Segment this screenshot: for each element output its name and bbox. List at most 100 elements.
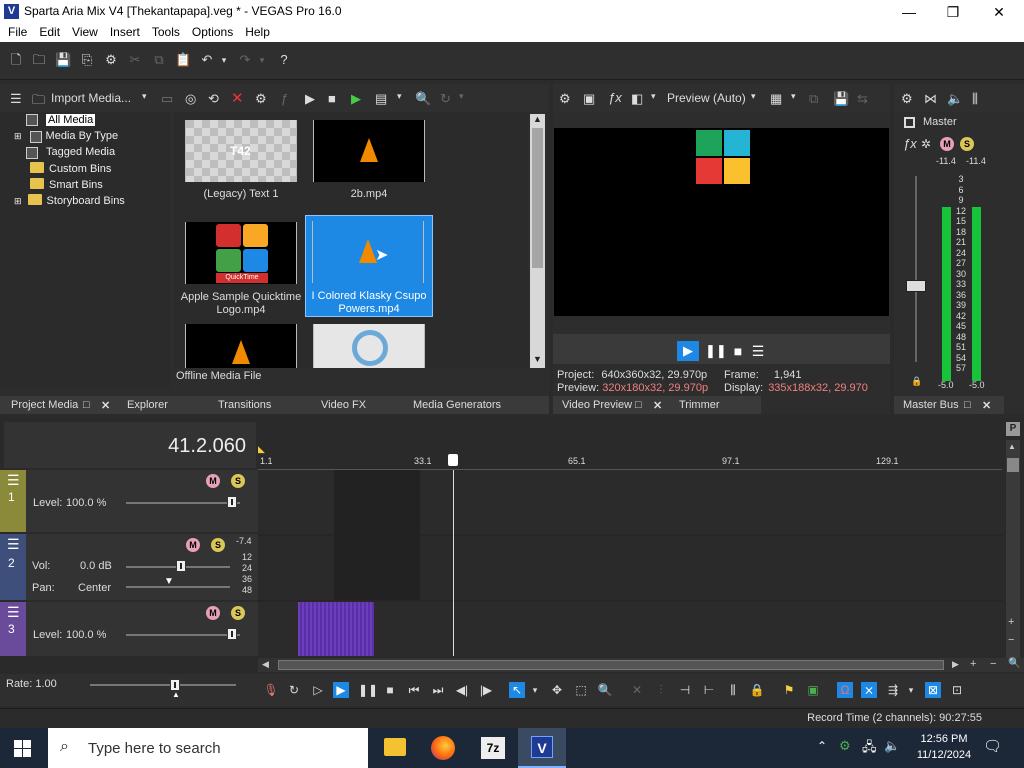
scroll-thumb[interactable] (532, 128, 543, 268)
prev-frame-icon[interactable]: ◀| (454, 682, 470, 698)
copy-snapshot-icon[interactable]: ⧉ (809, 91, 818, 107)
windows-start-icon[interactable] (14, 740, 31, 757)
level-slider-knob[interactable] (227, 496, 237, 508)
pan-slider[interactable] (126, 586, 230, 588)
play-button[interactable]: ▶ (333, 682, 349, 698)
next-frame-icon[interactable]: |▶ (478, 682, 494, 698)
scroll-up-icon[interactable]: ▲ (530, 114, 545, 128)
media-thumb-text[interactable]: T42 (185, 120, 297, 182)
panel-menu-icon[interactable]: ☰ (10, 91, 22, 107)
h-scroll-thumb[interactable] (278, 660, 944, 670)
menu-view[interactable]: View (72, 24, 98, 39)
preview-menu-icon[interactable]: ☰ (749, 341, 767, 361)
tab-undock-icon[interactable]: □ (83, 399, 90, 411)
tab-video-preview[interactable]: Video Preview (562, 399, 632, 411)
tab-project-media[interactable]: Project Media (11, 399, 78, 411)
trim-end-icon[interactable]: ⊢ (701, 682, 717, 698)
close-button[interactable]: ✕ (976, 2, 1022, 22)
vol-slider-knob[interactable] (176, 560, 186, 572)
h-zoom-tool-icon[interactable]: 🔍 (1008, 658, 1020, 669)
speaker-icon[interactable]: 🔈 (947, 91, 963, 107)
edit-tool-dropdown-icon[interactable]: ▾ (530, 682, 540, 698)
play-preview-icon[interactable]: ▶ (305, 91, 315, 107)
pin-icon[interactable]: P (1006, 422, 1020, 436)
scroll-up-icon[interactable]: ▲ (1008, 442, 1016, 451)
file-explorer-icon[interactable] (384, 738, 406, 756)
snapping-icon[interactable]: Ω (837, 682, 853, 698)
tray-chevron-icon[interactable]: ⌃ (817, 739, 827, 753)
volume-icon[interactable]: 🔈 (884, 738, 900, 754)
tab-close-icon[interactable]: ✕ (653, 399, 662, 412)
scroll-right-icon[interactable]: ▶ (952, 659, 959, 670)
refresh-dropdown-icon[interactable]: ▾ (459, 91, 464, 102)
trim-start-icon[interactable]: ⊣ (677, 682, 693, 698)
tab-explorer[interactable]: Explorer (127, 399, 168, 411)
copy-icon[interactable]: ⧉ (151, 52, 167, 68)
ripple-dropdown-icon[interactable]: ▾ (906, 682, 916, 698)
h-zoom-in-icon[interactable]: + (970, 658, 976, 670)
timeline-tracks-area[interactable] (258, 470, 1002, 656)
tree-item-smart-bins[interactable]: Smart Bins (30, 178, 103, 194)
overlays-grid-icon[interactable]: ▦ (770, 91, 782, 107)
tray-app-icon[interactable]: ⚙ (839, 738, 851, 754)
pause-button[interactable]: ❚❚ (358, 682, 378, 698)
minimize-button[interactable]: — (886, 2, 932, 22)
media-fx-icon[interactable]: ƒ (281, 91, 288, 106)
track-solo-icon[interactable]: S (231, 606, 245, 620)
import-dropdown-icon[interactable]: ▾ (142, 91, 147, 102)
notification-icon[interactable]: 🗨 (983, 737, 1002, 755)
trim-icon[interactable]: ⫶ (653, 682, 669, 698)
clip-region[interactable] (334, 470, 420, 600)
loop-playback-icon[interactable]: ↻ (286, 682, 302, 698)
menu-help[interactable]: Help (245, 24, 270, 39)
menu-tools[interactable]: Tools (152, 24, 180, 39)
zoom-in-icon[interactable]: + (1008, 616, 1014, 628)
expand-icon[interactable]: ⊞ (14, 131, 22, 141)
rate-slider[interactable] (90, 684, 236, 686)
tab-undock-icon[interactable]: □ (635, 399, 642, 411)
track-header-2[interactable]: ☰ 2 M S Vol: 0.0 dB Pan: Center ▼ -7.4 1… (0, 534, 258, 600)
split-screen-icon[interactable]: ◧ (631, 91, 643, 107)
h-zoom-out-icon[interactable]: − (990, 658, 996, 670)
clock-time[interactable]: 12:56 PM (912, 733, 976, 745)
views-icon[interactable]: ▤ (375, 91, 387, 107)
undo-dropdown-icon[interactable]: ▾ (219, 52, 229, 68)
clock-date[interactable]: 11/12/2024 (912, 749, 976, 761)
remove-icon[interactable]: ✕ (231, 89, 244, 107)
cut-icon[interactable]: ✂ (127, 52, 143, 68)
media-thumb-quicktime[interactable]: QuickTime (185, 222, 297, 284)
v-scroll-thumb[interactable] (1007, 458, 1019, 472)
get-media-icon[interactable]: ◎ (185, 91, 196, 107)
preview-screen[interactable] (554, 128, 889, 316)
import-media-icon[interactable]: 🗀 (32, 91, 45, 113)
new-file-icon[interactable]: 🗋 (8, 52, 24, 68)
go-to-end-icon[interactable]: ⏭ (430, 682, 446, 698)
track-mute-icon[interactable]: M (206, 474, 220, 488)
undo-icon[interactable]: ↶ (199, 52, 215, 68)
media-thumb-2b[interactable] (313, 120, 425, 182)
track-menu-icon[interactable]: ☰ (7, 472, 20, 489)
mute-icon[interactable]: M (940, 137, 954, 151)
media-properties-icon[interactable]: ⚙ (255, 91, 267, 107)
level-slider[interactable] (126, 502, 240, 504)
split-icon[interactable]: ⫼ (725, 682, 741, 698)
track-mute-icon[interactable]: M (206, 606, 220, 620)
scroll-down-icon[interactable]: ▼ (530, 354, 545, 368)
paste-icon[interactable]: 📋 (175, 52, 191, 68)
downmix-icon[interactable]: ⋈ (924, 91, 937, 107)
video-fx-icon[interactable]: ƒx (608, 90, 622, 105)
media-thumb-ring[interactable] (313, 324, 425, 368)
refresh-icon[interactable]: ↻ (440, 91, 451, 107)
save-icon[interactable]: 💾 (55, 52, 71, 68)
selection-tool-icon[interactable]: ⬚ (573, 682, 589, 698)
playhead-marker[interactable] (448, 454, 458, 466)
project-properties-icon[interactable]: ▣ (583, 91, 595, 107)
record-icon[interactable]: 🎙 (263, 682, 279, 698)
render-icon[interactable]: ⎘ (79, 52, 95, 68)
tree-item-custom-bins[interactable]: Custom Bins (30, 162, 111, 178)
master-fader-knob[interactable] (906, 280, 926, 292)
expand-icon[interactable]: ⊞ (14, 196, 22, 206)
tab-close-icon[interactable]: ✕ (101, 399, 110, 412)
media-thumb-vlc[interactable] (185, 324, 297, 368)
horizontal-scrollbar[interactable]: ◀ ▶ + − 🔍 (258, 658, 1024, 672)
